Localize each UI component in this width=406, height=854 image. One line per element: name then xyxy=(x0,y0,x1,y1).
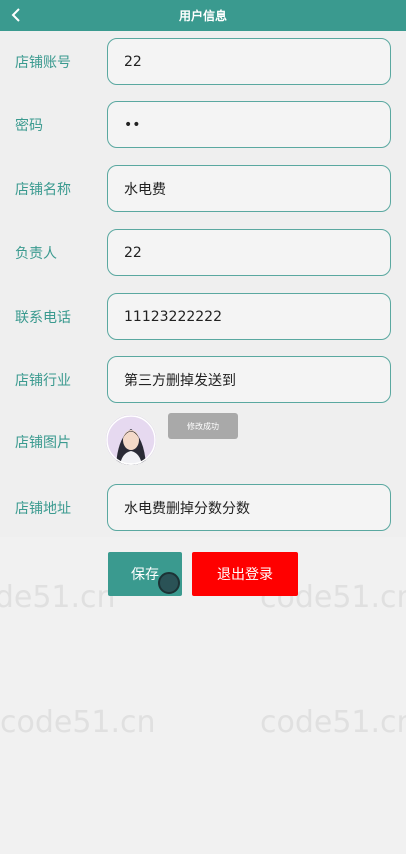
row-password: 密码 xyxy=(0,94,406,156)
manager-input[interactable] xyxy=(107,229,391,276)
top-bar: 用户信息 xyxy=(0,0,406,31)
store-account-input[interactable] xyxy=(107,38,391,85)
address-input[interactable] xyxy=(107,484,391,531)
row-industry: 店铺行业 xyxy=(0,349,406,411)
manager-label: 负责人 xyxy=(15,246,57,262)
row-store-account: 店铺账号 xyxy=(0,31,406,93)
industry-input[interactable] xyxy=(107,356,391,403)
phone-input[interactable] xyxy=(107,293,391,340)
phone-label: 联系电话 xyxy=(15,310,71,326)
password-label: 密码 xyxy=(15,118,43,134)
watermark: code51.cn xyxy=(260,705,406,740)
industry-label: 店铺行业 xyxy=(15,373,71,389)
password-input[interactable] xyxy=(107,101,391,148)
watermark: code51.cn xyxy=(0,705,156,740)
row-manager: 负责人 xyxy=(0,222,406,284)
action-bar: 保存 退出登录 xyxy=(0,552,406,598)
store-name-label: 店铺名称 xyxy=(15,182,71,198)
store-image-avatar[interactable] xyxy=(106,415,156,465)
row-store-name: 店铺名称 xyxy=(0,158,406,220)
logout-button[interactable]: 退出登录 xyxy=(192,552,298,596)
store-name-input[interactable] xyxy=(107,165,391,212)
row-phone: 联系电话 xyxy=(0,286,406,348)
address-label: 店铺地址 xyxy=(15,501,71,517)
store-image-label: 店铺图片 xyxy=(15,435,71,451)
user-info-form: 店铺账号 密码 店铺名称 负责人 联系电话 店铺行业 店铺图片 xyxy=(0,31,406,537)
row-address: 店铺地址 xyxy=(0,477,406,539)
page-title: 用户信息 xyxy=(178,9,227,23)
store-account-label: 店铺账号 xyxy=(15,55,71,71)
save-button[interactable]: 保存 xyxy=(108,552,182,596)
upload-image-button[interactable]: 修改成功 xyxy=(168,413,238,439)
row-store-image: 店铺图片 修改成功 xyxy=(0,411,406,473)
avatar-image xyxy=(106,415,156,465)
